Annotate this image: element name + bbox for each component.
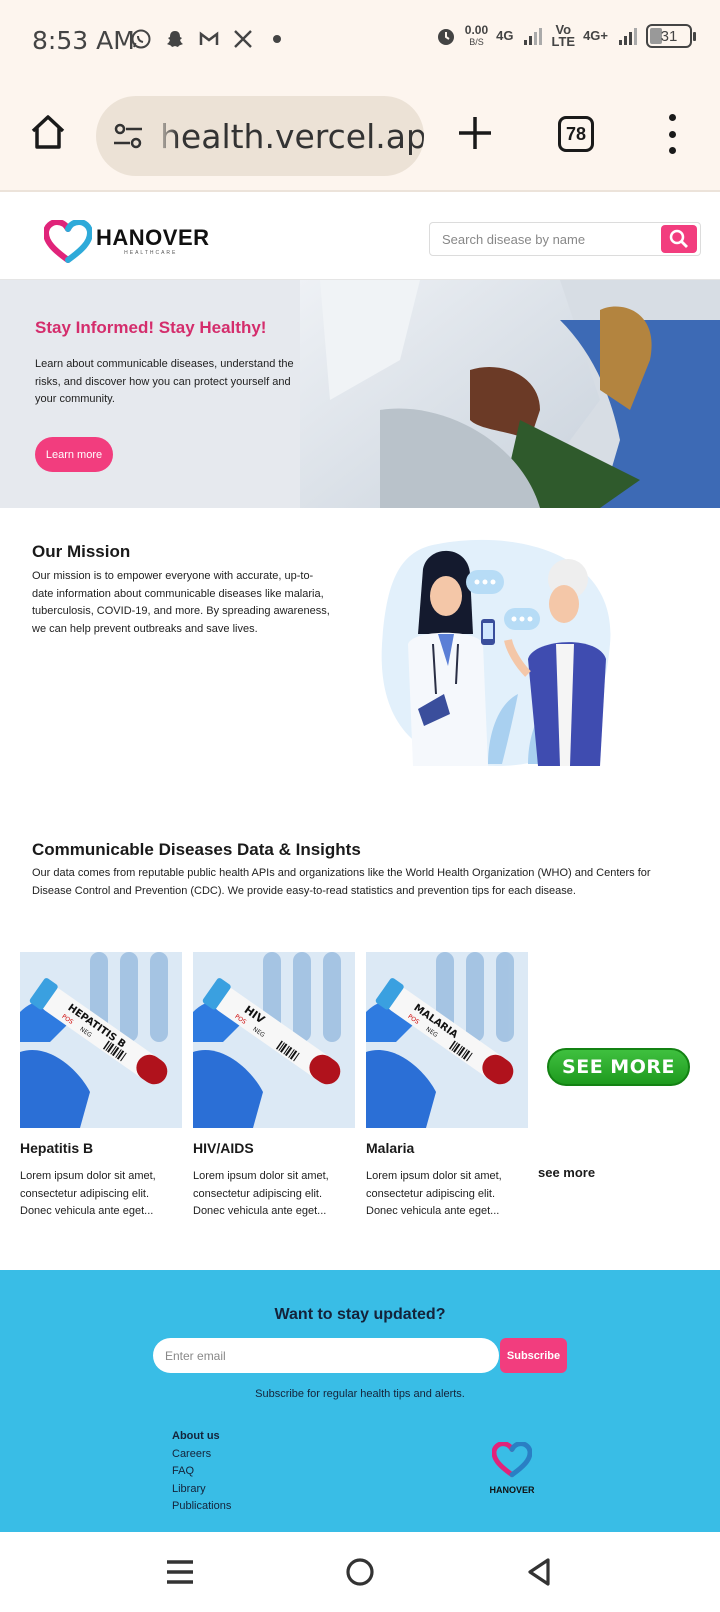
footer-link-faq[interactable]: FAQ [172, 1463, 231, 1481]
footer-logo-text: HANOVER [489, 1485, 535, 1495]
network-speed: 0.00 B/S [465, 24, 488, 48]
whatsapp-icon [130, 28, 152, 50]
newsletter-title: Want to stay updated? [274, 1306, 446, 1323]
footer: Want to stay updated? Subscribe Subscrib… [0, 1270, 720, 1532]
new-tab-button[interactable] [456, 114, 494, 152]
footer-links: About us Careers FAQ Library Publication… [172, 1428, 231, 1516]
data-section-title: Communicable Diseases Data & Insights [32, 840, 361, 859]
recents-button[interactable] [164, 1556, 196, 1588]
search-input[interactable] [430, 223, 658, 255]
back-button[interactable] [524, 1556, 556, 1588]
home-button[interactable] [28, 112, 68, 152]
system-nav-bar [0, 1532, 720, 1612]
heart-logo-icon [491, 1441, 533, 1478]
home-icon [31, 115, 65, 149]
site-header: HANOVER HEALTHCARE [0, 194, 720, 280]
address-bar[interactable]: health.vercel.app [96, 96, 424, 176]
footer-link-library[interactable]: Library [172, 1481, 231, 1499]
snapchat-icon [164, 28, 186, 50]
browser-toolbar: health.vercel.app 78 [0, 80, 720, 192]
card-description: Lorem ipsum dolor sit amet, consectetur … [366, 1170, 502, 1217]
footer-link-about-us[interactable]: About us [172, 1428, 231, 1446]
speed-value: 0.00 [464, 23, 489, 37]
search-icon [669, 229, 688, 248]
x-icon [232, 28, 254, 50]
heart-logo-icon [44, 220, 92, 263]
volte-label: Vo LTE [551, 23, 576, 49]
system-icons: 0.00 B/S 4G Vo LTE 4G+ 31 [435, 23, 696, 49]
status-time: 8:53 AM [32, 26, 135, 55]
doctor-patient-illustration [381, 539, 611, 766]
hero-text: Learn about communicable diseases, under… [35, 358, 294, 405]
learn-more-button[interactable]: Learn more [35, 437, 113, 472]
menu-lines-icon [167, 1560, 193, 1584]
card-description: Lorem ipsum dolor sit amet, consectetur … [193, 1170, 329, 1217]
plus-icon [459, 117, 491, 149]
card-image: HIV POS NEG [193, 952, 355, 1128]
alarm-icon [435, 25, 457, 47]
mission-text: Our mission is to empower everyone with … [32, 570, 330, 635]
network-4g: 4G [496, 28, 514, 43]
phone [481, 619, 495, 645]
subscribe-button[interactable]: Subscribe [500, 1338, 567, 1373]
network-4g-plus: 4G+ [583, 28, 608, 43]
notification-icons [130, 28, 288, 50]
tab-switcher-button[interactable]: 78 [558, 116, 594, 152]
disease-card-hepatitis-b[interactable]: HEPATITIS B POS NEG Hepatitis B Lorem ip… [20, 952, 182, 1221]
battery-level: 31 [660, 27, 678, 45]
footer-link-publications[interactable]: Publications [172, 1498, 231, 1516]
back-triangle-icon [528, 1558, 550, 1586]
newsletter-subtitle: Subscribe for regular health tips and al… [255, 1388, 465, 1400]
logo-subtext: HEALTHCARE [124, 250, 178, 256]
hanover-logo[interactable]: HANOVER HEALTHCARE [44, 220, 210, 264]
signal-icon-2 [616, 25, 638, 47]
disease-card-hiv-aids[interactable]: HIV POS NEG HIV/AIDS Lorem ipsum dolor s… [193, 952, 355, 1221]
logo-text: HANOVER [96, 225, 210, 250]
see-more-link[interactable]: see more [538, 1165, 595, 1180]
card-image: HEPATITIS B POS NEG [20, 952, 182, 1128]
card-image: MALARIA POS NEG [366, 952, 528, 1128]
search-button[interactable] [661, 225, 697, 253]
mission-title: Our Mission [32, 542, 131, 561]
card-title: HIV/AIDS [193, 1140, 254, 1156]
hero-title: Stay Informed! Stay Healthy! [35, 318, 267, 337]
card-title: Hepatitis B [20, 1140, 94, 1156]
disease-card-malaria[interactable]: MALARIA POS NEG Malaria Lorem ipsum dolo… [366, 952, 528, 1221]
battery-icon: 31 [646, 24, 696, 48]
site-settings-icon[interactable] [112, 122, 144, 150]
footer-logo[interactable]: HANOVER [487, 1441, 537, 1495]
status-bar: 8:53 AM 0.00 B/S 4G Vo LTE 4G+ 31 [0, 0, 720, 80]
speed-unit: B/S [469, 37, 484, 47]
volte-bottom: LTE [551, 34, 576, 49]
signal-icon [521, 25, 543, 47]
card-description: Lorem ipsum dolor sit amet, consectetur … [20, 1170, 156, 1217]
email-input[interactable] [153, 1338, 499, 1373]
card-title: Malaria [366, 1140, 415, 1156]
data-section-text: Our data comes from reputable public hea… [32, 867, 651, 897]
hero-banner: Stay Informed! Stay Healthy! Learn about… [0, 280, 720, 508]
more-menu-button[interactable] [662, 114, 682, 154]
url-text: health.vercel.app [160, 117, 424, 156]
see-more-button[interactable]: SEE MORE [547, 1048, 690, 1086]
gmail-icon [198, 28, 220, 50]
dot-icon [266, 28, 288, 50]
circle-home-icon [346, 1558, 374, 1586]
footer-link-careers[interactable]: Careers [172, 1446, 231, 1464]
home-nav-button[interactable] [344, 1556, 376, 1588]
search-box [429, 222, 701, 256]
